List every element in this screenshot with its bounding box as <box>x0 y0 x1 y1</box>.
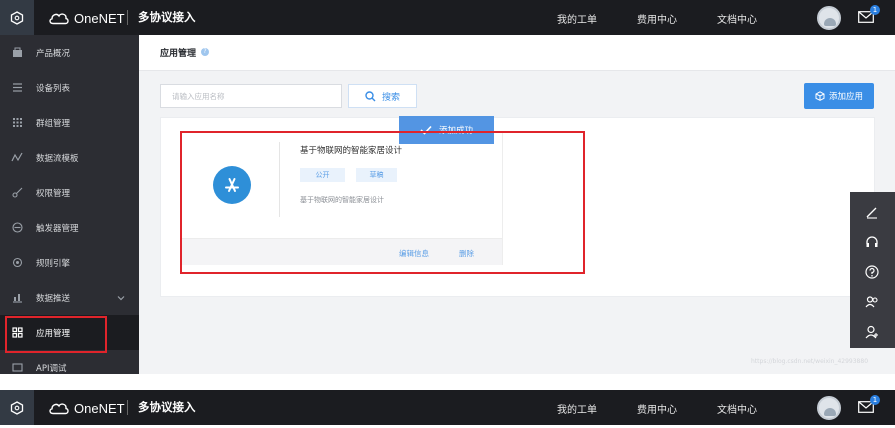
watermark: https://blog.csdn.net/weixin_42993880 <box>751 358 869 365</box>
project-title: 多协议接入 <box>138 400 196 414</box>
add-app-label: 添加应用 <box>828 92 863 102</box>
search-input[interactable] <box>160 84 342 108</box>
hexagon-icon <box>10 400 24 415</box>
screenshot-main: OneNET 多协议接入 我的工单 费用中心 文档中心 1 产品概况 设备列表 … <box>0 0 895 374</box>
brand-name: OneNET <box>74 400 125 416</box>
edit-pen-icon[interactable] <box>862 202 882 222</box>
search-icon <box>365 90 376 101</box>
onenet-logo[interactable]: OneNET <box>48 8 125 28</box>
header-divider <box>127 400 128 415</box>
sidebar-item-data-push[interactable]: 数据推送 <box>0 280 139 315</box>
menu-hex-button[interactable] <box>0 390 34 425</box>
sidebar-item-label: 权限管理 <box>36 188 71 199</box>
sidebar-item-label: 数据流模板 <box>36 153 79 164</box>
main-content: 应用管理 ? 搜索 添加应用 基于物联网的智能家居设计 公开 草稿 基于物联网的… <box>139 35 895 374</box>
cloud-icon <box>49 403 69 415</box>
sidebar-item-label: 群组管理 <box>36 118 71 129</box>
question-icon[interactable] <box>862 262 882 282</box>
product-icon <box>11 47 23 59</box>
nav-docs[interactable]: 文档中心 <box>717 11 757 26</box>
hexagon-icon <box>10 10 24 25</box>
sidebar-item-product-overview[interactable]: 产品概况 <box>0 35 139 70</box>
sidebar-item-groups[interactable]: 群组管理 <box>0 105 139 140</box>
sidebar-item-label: 规则引擎 <box>36 258 71 269</box>
sidebar-item-label: 数据推送 <box>36 293 71 304</box>
headset-icon[interactable] <box>862 232 882 252</box>
cube-icon <box>815 91 825 101</box>
highlight-box-sidebar <box>5 316 107 353</box>
brand-name: OneNET <box>74 10 125 26</box>
onenet-logo[interactable]: OneNET <box>48 398 125 418</box>
list-icon <box>11 82 23 94</box>
search-button[interactable]: 搜索 <box>348 84 417 108</box>
sidebar-item-device-list[interactable]: 设备列表 <box>0 70 139 105</box>
push-icon <box>11 292 23 304</box>
nav-docs[interactable]: 文档中心 <box>717 401 757 416</box>
rule-icon <box>11 257 23 269</box>
nav-billing[interactable]: 费用中心 <box>637 11 677 26</box>
sidebar-item-api-debug[interactable]: API调试 <box>0 350 139 374</box>
search-button-label: 搜索 <box>381 92 400 103</box>
screenshot-second: OneNET 多协议接入 我的工单 费用中心 文档中心 1 <box>0 390 895 428</box>
highlight-box-card <box>180 131 585 274</box>
mail-badge: 1 <box>870 5 880 15</box>
avatar[interactable] <box>817 6 841 30</box>
mail-badge: 1 <box>870 395 880 405</box>
cloud-icon <box>49 13 69 25</box>
chevron-down-icon[interactable] <box>117 294 125 302</box>
sidebar-item-permissions[interactable]: 权限管理 <box>0 175 139 210</box>
project-title: 多协议接入 <box>138 10 196 24</box>
user-add-icon[interactable] <box>862 322 882 342</box>
grid-dots-icon <box>11 117 23 129</box>
sidebar-item-datastream-template[interactable]: 数据流模板 <box>0 140 139 175</box>
top-bar: OneNET 多协议接入 我的工单 费用中心 文档中心 1 <box>0 390 895 425</box>
sidebar-item-label: API调试 <box>36 363 67 374</box>
api-icon <box>11 362 23 374</box>
sidebar: 产品概况 设备列表 群组管理 数据流模板 权限管理 触发器管理 规则引擎 数据推… <box>0 35 139 374</box>
screenshot-gap <box>0 374 895 390</box>
sidebar-item-triggers[interactable]: 触发器管理 <box>0 210 139 245</box>
page-header: 应用管理 ? <box>139 35 895 71</box>
sidebar-item-rule-engine[interactable]: 规则引擎 <box>0 245 139 280</box>
menu-hex-button[interactable] <box>0 0 34 35</box>
users-icon[interactable] <box>862 292 882 312</box>
floating-toolbar <box>850 192 895 348</box>
nav-tickets[interactable]: 我的工单 <box>557 401 597 416</box>
add-app-button[interactable]: 添加应用 <box>804 83 874 109</box>
key-icon <box>11 187 23 199</box>
top-bar: OneNET 多协议接入 我的工单 费用中心 文档中心 1 <box>0 0 895 35</box>
header-divider <box>127 10 128 25</box>
sidebar-item-label: 触发器管理 <box>36 223 79 234</box>
sidebar-item-label: 产品概况 <box>36 48 71 59</box>
nav-billing[interactable]: 费用中心 <box>637 401 677 416</box>
avatar[interactable] <box>817 396 841 420</box>
nav-tickets[interactable]: 我的工单 <box>557 11 597 26</box>
sidebar-item-label: 设备列表 <box>36 83 71 94</box>
trigger-icon <box>11 222 23 234</box>
help-icon[interactable]: ? <box>201 48 209 56</box>
stream-icon <box>11 152 23 164</box>
page-title: 应用管理 <box>160 49 197 59</box>
